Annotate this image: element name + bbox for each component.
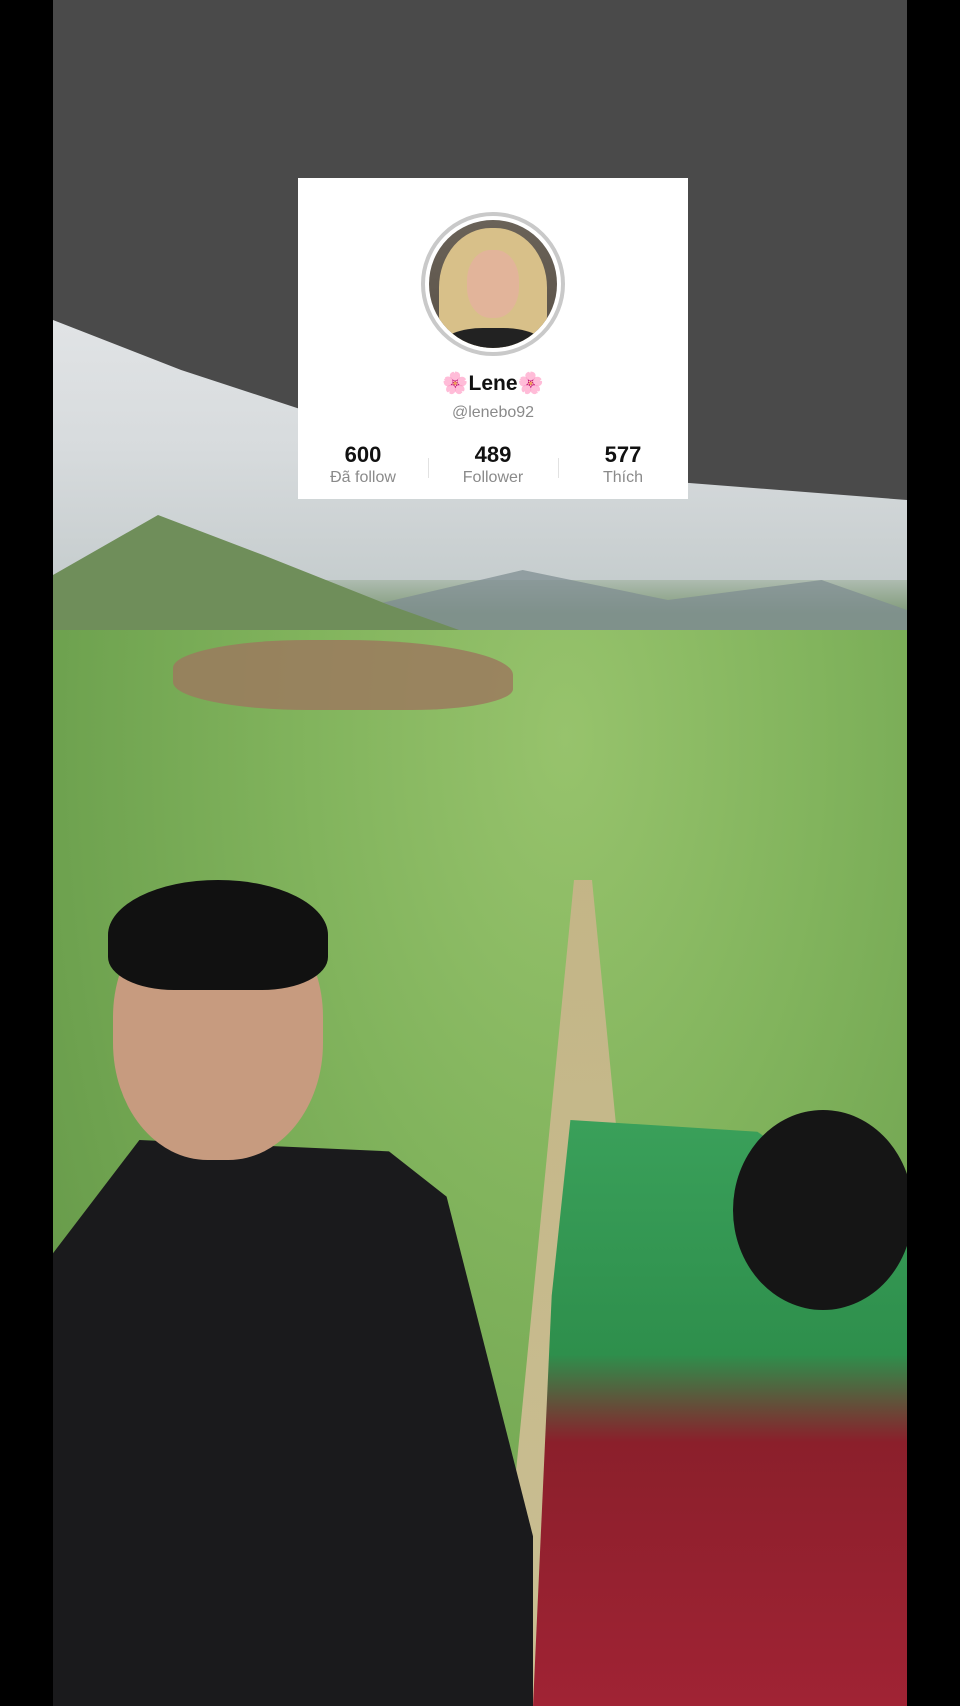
avatar[interactable]	[429, 220, 557, 348]
stat-following[interactable]: 600 Đã follow	[298, 442, 428, 488]
man-hair	[108, 880, 328, 990]
stat-followers-value: 489	[474, 442, 512, 467]
profile-stats: 600 Đã follow 489 Follower 577 Thích	[298, 442, 688, 492]
stat-followers-label: Follower	[462, 469, 524, 486]
woman-head	[733, 1110, 907, 1310]
avatar-face	[467, 250, 519, 318]
stat-followers[interactable]: 489 Follower	[428, 442, 558, 488]
stat-likes[interactable]: 577 Thích	[558, 442, 688, 488]
stat-likes-value: 577	[604, 442, 642, 467]
avatar-shirt	[443, 328, 543, 348]
profile-card[interactable]: 🌸Lene🌸 @lenebo92 600 Đã follow 489 Follo…	[298, 178, 688, 499]
stat-following-value: 600	[344, 442, 382, 467]
avatar-ring	[421, 212, 565, 356]
stat-following-label: Đã follow	[330, 469, 396, 486]
profile-name: 🌸Lene🌸	[442, 372, 544, 395]
profile-handle: @lenebo92	[451, 404, 535, 421]
dirt-patch	[173, 640, 513, 710]
stat-likes-label: Thích	[602, 469, 643, 486]
